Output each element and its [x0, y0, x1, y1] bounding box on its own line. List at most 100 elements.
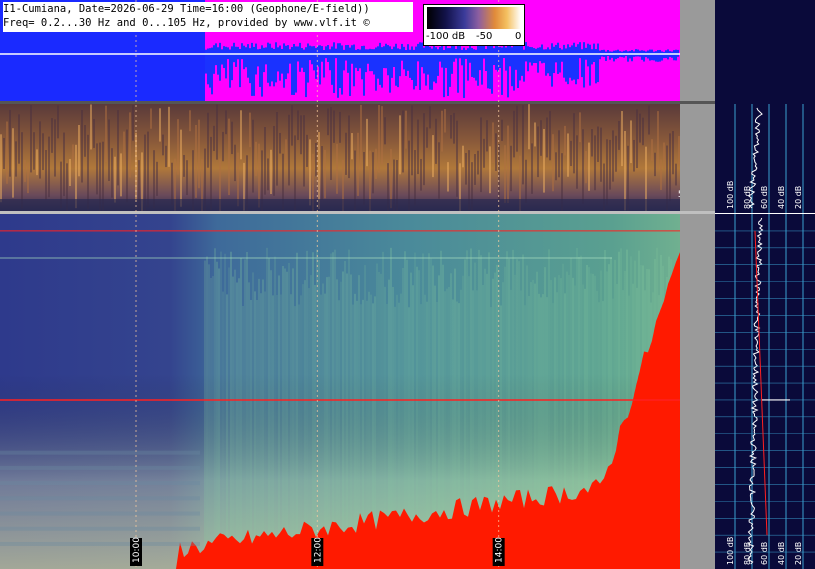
- low-spectrogram-streak: [90, 104, 92, 150]
- low-spectrogram-streak: [489, 146, 491, 194]
- low-spectrogram-streak: [15, 141, 17, 177]
- low-spectrogram-streak: [648, 105, 650, 135]
- low-spectrogram-streak: [6, 121, 8, 184]
- low-spectrogram-streak: [225, 110, 227, 135]
- low-spectrogram-streak: [678, 136, 680, 165]
- low-spectrogram-streak: [129, 112, 131, 178]
- low-spectrogram-streak: [363, 151, 365, 205]
- time-tick-label: 10:00: [132, 537, 142, 563]
- low-spectrogram-streak: [126, 129, 128, 203]
- low-spectrogram-streak: [357, 132, 359, 196]
- low-spectrogram-streak: [33, 132, 35, 170]
- spectrum-tick-label: 60 dB: [760, 542, 769, 565]
- low-spectrogram-streak: [177, 119, 179, 175]
- low-spectrogram-streak: [78, 124, 80, 177]
- low-spectrogram-streak: [543, 128, 545, 193]
- low-spectrogram-streak: [345, 132, 347, 175]
- spectrogram-figure: 50 %0 %-50 % 252015105 Hz 10095908580757…: [0, 0, 815, 569]
- low-spectrogram-streak: [231, 121, 233, 155]
- low-spectrogram-streak: [267, 158, 269, 191]
- low-spectrogram-streak: [414, 150, 416, 206]
- low-spectrogram-streak: [384, 117, 386, 145]
- low-spectrogram-streak: [573, 113, 575, 174]
- low-spectrogram-streak: [450, 115, 452, 139]
- low-spectrogram-streak: [501, 119, 503, 141]
- low-spectrogram-streak: [183, 154, 185, 177]
- low-spectrogram-streak: [84, 125, 86, 157]
- low-spectrogram-streak: [273, 125, 275, 196]
- low-spectrogram-streak: [162, 134, 164, 156]
- low-spectrogram-streak: [639, 113, 641, 143]
- low-spectrogram-streak: [150, 108, 152, 129]
- low-spectrogram-streak: [447, 162, 449, 192]
- low-spectrogram-streak: [651, 139, 653, 162]
- low-spectrogram-streak: [567, 133, 569, 177]
- low-spectrogram-streak: [303, 115, 305, 187]
- low-spectrogram-streak: [516, 105, 518, 152]
- low-spectrogram-streak: [522, 105, 524, 185]
- low-spectrogram-streak: [594, 135, 596, 191]
- low-spectrogram-streak: [552, 134, 554, 192]
- low-spectrogram-streak: [324, 149, 326, 199]
- low-spectrogram-streak: [216, 104, 218, 160]
- low-spectrogram-streak: [381, 106, 383, 165]
- low-spectrogram-streak: [0, 134, 2, 203]
- low-spectrogram-streak: [156, 161, 158, 196]
- low-spectrogram-streak: [93, 118, 95, 148]
- low-spectrogram-streak: [315, 142, 317, 177]
- low-spectrogram-streak: [213, 125, 215, 151]
- low-spectrogram-streak: [54, 119, 56, 177]
- low-spectrogram-streak: [234, 144, 236, 182]
- low-spectrogram-streak: [96, 143, 98, 195]
- low-spectrogram-streak: [372, 152, 374, 194]
- low-spectrogram-streak: [570, 140, 572, 167]
- low-spectrogram-streak: [480, 117, 482, 193]
- low-spectrogram-streak: [423, 113, 425, 186]
- low-spectrogram-streak: [75, 144, 77, 209]
- low-spectrogram-streak: [237, 152, 239, 207]
- low-spectrogram-streak: [465, 152, 467, 185]
- colorbar-label-mid: -50: [476, 31, 493, 42]
- low-spectrogram-streak: [456, 120, 458, 197]
- low-spectrogram-streak: [336, 143, 338, 194]
- low-spectrogram-streak: [168, 106, 170, 167]
- low-spectrogram-streak: [159, 108, 161, 142]
- low-spectrogram-streak: [504, 145, 506, 203]
- low-spectrogram-streak: [609, 139, 611, 190]
- low-spectrogram-streak: [111, 148, 113, 198]
- low-spectrogram-streak: [327, 108, 329, 136]
- low-spectrogram-streak: [531, 143, 533, 194]
- low-spectrogram-streak: [18, 114, 20, 164]
- low-spectrogram-streak: [45, 150, 47, 200]
- low-spectrogram-streak: [513, 110, 515, 158]
- low-spectrogram-streak: [27, 162, 29, 194]
- low-spectrogram-streak: [120, 153, 122, 197]
- spectrum-panel-high: 100 dB 80 dB 60 dB 40 dB 20 dB: [715, 214, 815, 569]
- low-spectrogram-streak: [537, 126, 539, 178]
- low-spectrogram-streak: [507, 125, 509, 204]
- high-spectrogram-band: [0, 541, 200, 546]
- low-spectrogram-streak: [444, 108, 446, 133]
- low-spectrogram-streak: [252, 119, 254, 193]
- low-spectrogram-streak: [606, 139, 608, 206]
- low-spectrogram-streak: [453, 112, 455, 144]
- low-spectrogram-streak: [195, 125, 197, 198]
- spectrum-tick-label: 60 dB: [760, 186, 769, 209]
- low-spectrogram-streak: [348, 115, 350, 179]
- spectrum-top-block: [715, 0, 815, 104]
- low-spectrogram-streak: [366, 118, 368, 167]
- spectrum-tick-label: 40 dB: [777, 542, 786, 565]
- low-spectrogram-streak: [399, 115, 401, 175]
- low-spectrogram-streak: [360, 104, 362, 172]
- low-spectrogram-streak: [186, 160, 188, 196]
- low-spectrogram-streak: [318, 132, 320, 210]
- low-spectrogram-streak: [105, 105, 107, 163]
- spectrum-panel-low: 100 dB 80 dB 60 dB 40 dB 20 dB: [715, 0, 815, 213]
- low-spectrogram-streak: [69, 158, 71, 186]
- low-spectrogram-streak: [612, 130, 614, 182]
- high-spectrogram-band: [0, 496, 200, 501]
- low-spectrogram-streak: [258, 143, 260, 208]
- low-spectrogram-streak: [525, 159, 527, 203]
- low-spectrogram-streak: [474, 154, 476, 185]
- low-spectrogram-streak: [285, 139, 287, 164]
